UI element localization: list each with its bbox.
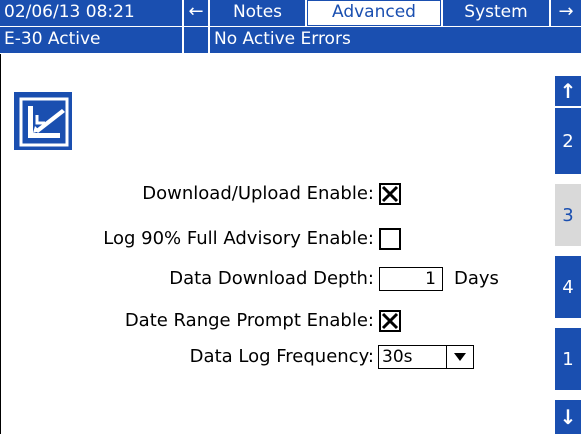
chevron-down-icon xyxy=(446,346,473,368)
date-range-checkbox[interactable] xyxy=(379,310,401,332)
frequency-select[interactable]: 30s xyxy=(378,345,474,369)
arrow-up-icon: ↑ xyxy=(559,79,577,103)
page-up-button[interactable]: ↑ xyxy=(555,76,581,106)
depth-label: Data Download Depth: xyxy=(169,268,374,289)
tab-left-arrow-button[interactable]: ← xyxy=(184,0,208,26)
page-3-button[interactable]: 3 xyxy=(555,184,581,246)
status-indicator xyxy=(184,27,208,53)
frequency-value: 30s xyxy=(382,347,413,367)
arrow-down-icon: ↓ xyxy=(559,405,577,429)
edit-setup-icon xyxy=(14,92,72,150)
page-down-button[interactable]: ↓ xyxy=(555,400,581,434)
arrow-right-icon: → xyxy=(558,1,574,22)
frequency-label: Data Log Frequency: xyxy=(189,346,374,367)
depth-unit-label: Days xyxy=(454,268,499,289)
log-advisory-checkbox[interactable] xyxy=(379,228,401,250)
page-2-button[interactable]: 2 xyxy=(555,108,581,174)
tab-notes[interactable]: Notes xyxy=(210,0,305,26)
page-1-button[interactable]: 1 xyxy=(555,328,581,390)
date-range-label: Date Range Prompt Enable: xyxy=(124,310,374,331)
tab-advanced[interactable]: Advanced xyxy=(307,0,441,26)
download-upload-checkbox[interactable] xyxy=(379,183,401,205)
arrow-left-icon: ← xyxy=(188,1,204,22)
edit-setup-icon-graphic xyxy=(19,97,69,147)
page-4-button[interactable]: 4 xyxy=(555,256,581,318)
error-status: No Active Errors xyxy=(210,27,581,53)
tab-system[interactable]: System xyxy=(443,0,549,26)
log-advisory-label: Log 90% Full Advisory Enable: xyxy=(103,228,374,249)
machine-status: E-30 Active xyxy=(0,27,182,53)
download-upload-label: Download/Upload Enable: xyxy=(142,183,374,204)
checkmark-x-icon xyxy=(381,312,399,330)
checkmark-x-icon xyxy=(381,185,399,203)
depth-input[interactable]: 1 xyxy=(379,267,443,291)
datetime-display: 02/06/13 08:21 xyxy=(0,0,182,26)
tab-right-arrow-button[interactable]: → xyxy=(551,0,581,26)
